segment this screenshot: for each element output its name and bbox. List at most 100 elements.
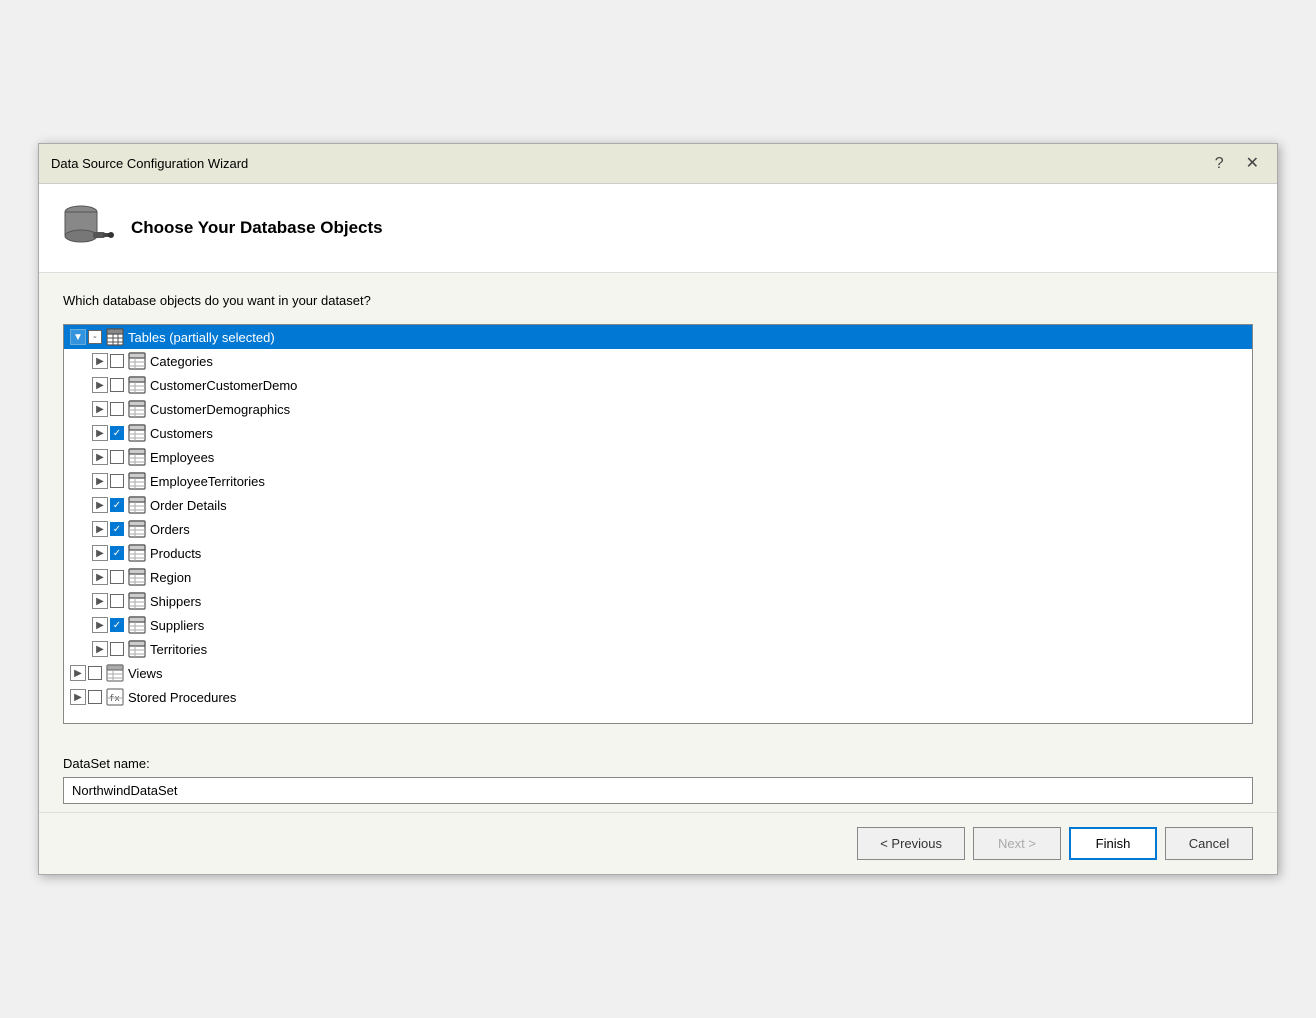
title-bar: Data Source Configuration Wizard ? ✕ — [39, 144, 1277, 184]
tree-item-orders[interactable]: ▶✓ Orders — [64, 517, 1252, 541]
table-icon-categories — [128, 352, 146, 370]
checkbox-categories[interactable] — [110, 354, 124, 368]
tree-label-orderDetails: Order Details — [150, 498, 227, 513]
footer: < Previous Next > Finish Cancel — [39, 812, 1277, 874]
expand-btn-orders[interactable]: ▶ — [92, 521, 108, 537]
dialog-window: Data Source Configuration Wizard ? ✕ Cho… — [38, 143, 1278, 875]
table-icon-orderDetails — [128, 496, 146, 514]
checkbox-views[interactable] — [88, 666, 102, 680]
expand-btn-suppliers[interactable]: ▶ — [92, 617, 108, 633]
checkbox-customerCustomerDemo[interactable] — [110, 378, 124, 392]
checkbox-customers[interactable]: ✓ — [110, 426, 124, 440]
header-section: Choose Your Database Objects — [39, 184, 1277, 273]
checkbox-employees[interactable] — [110, 450, 124, 464]
table-icon-storedProcedures: fx — [106, 688, 124, 706]
finish-button[interactable]: Finish — [1069, 827, 1157, 860]
dataset-name-input[interactable] — [63, 777, 1253, 804]
tree-label-shippers: Shippers — [150, 594, 201, 609]
expand-btn-employeeTerritories[interactable]: ▶ — [92, 473, 108, 489]
checkbox-orderDetails[interactable]: ✓ — [110, 498, 124, 512]
tree-container[interactable]: ▼- Tables (partially selected)▶ Categori… — [63, 324, 1253, 724]
expand-btn-territories[interactable]: ▶ — [92, 641, 108, 657]
tree-item-views[interactable]: ▶ Views — [64, 661, 1252, 685]
tree-label-region: Region — [150, 570, 191, 585]
tree-item-tables[interactable]: ▼- Tables (partially selected) — [64, 325, 1252, 349]
tree-label-categories: Categories — [150, 354, 213, 369]
tree-item-employees[interactable]: ▶ Employees — [64, 445, 1252, 469]
checkbox-customerDemographics[interactable] — [110, 402, 124, 416]
tree-item-categories[interactable]: ▶ Categories — [64, 349, 1252, 373]
previous-button[interactable]: < Previous — [857, 827, 965, 860]
checkbox-suppliers[interactable]: ✓ — [110, 618, 124, 632]
tree-item-employeeTerritories[interactable]: ▶ EmployeeTerritories — [64, 469, 1252, 493]
table-icon-customers — [128, 424, 146, 442]
tree-item-suppliers[interactable]: ▶✓ Suppliers — [64, 613, 1252, 637]
help-button[interactable]: ? — [1209, 154, 1230, 174]
title-bar-left: Data Source Configuration Wizard — [51, 156, 248, 171]
expand-btn-customers[interactable]: ▶ — [92, 425, 108, 441]
expand-btn-views[interactable]: ▶ — [70, 665, 86, 681]
table-icon-products — [128, 544, 146, 562]
tree-label-products: Products — [150, 546, 201, 561]
tree-item-region[interactable]: ▶ Region — [64, 565, 1252, 589]
tree-label-orders: Orders — [150, 522, 190, 537]
tree-label-employees: Employees — [150, 450, 214, 465]
tree-label-customers: Customers — [150, 426, 213, 441]
dataset-name-label: DataSet name: — [63, 756, 1253, 771]
svg-text:fx: fx — [109, 694, 120, 704]
cancel-button[interactable]: Cancel — [1165, 827, 1253, 860]
tree-label-customerDemographics: CustomerDemographics — [150, 402, 290, 417]
checkbox-employeeTerritories[interactable] — [110, 474, 124, 488]
tree-label-suppliers: Suppliers — [150, 618, 204, 633]
tree-label-territories: Territories — [150, 642, 207, 657]
tree-item-customerCustomerDemo[interactable]: ▶ CustomerCustomerDemo — [64, 373, 1252, 397]
next-button[interactable]: Next > — [973, 827, 1061, 860]
expand-btn-orderDetails[interactable]: ▶ — [92, 497, 108, 513]
expand-btn-customerCustomerDemo[interactable]: ▶ — [92, 377, 108, 393]
checkbox-products[interactable]: ✓ — [110, 546, 124, 560]
table-icon-employeeTerritories — [128, 472, 146, 490]
tree-item-storedProcedures[interactable]: ▶ fx Stored Procedures — [64, 685, 1252, 709]
checkbox-orders[interactable]: ✓ — [110, 522, 124, 536]
question-label: Which database objects do you want in yo… — [63, 293, 1253, 308]
expand-btn-products[interactable]: ▶ — [92, 545, 108, 561]
table-icon-territories — [128, 640, 146, 658]
expand-btn-storedProcedures[interactable]: ▶ — [70, 689, 86, 705]
tree-label-employeeTerritories: EmployeeTerritories — [150, 474, 265, 489]
tree-label-storedProcedures: Stored Procedures — [128, 690, 236, 705]
header-title: Choose Your Database Objects — [131, 218, 383, 238]
checkbox-storedProcedures[interactable] — [88, 690, 102, 704]
close-button[interactable]: ✕ — [1240, 154, 1265, 174]
table-icon-suppliers — [128, 616, 146, 634]
expand-btn-tables[interactable]: ▼ — [70, 329, 86, 345]
tree-label-tables: Tables (partially selected) — [128, 330, 275, 345]
tree-item-territories[interactable]: ▶ Territories — [64, 637, 1252, 661]
table-icon-employees — [128, 448, 146, 466]
dataset-section: DataSet name: — [39, 744, 1277, 812]
checkbox-region[interactable] — [110, 570, 124, 584]
tree-item-products[interactable]: ▶✓ Products — [64, 541, 1252, 565]
checkbox-shippers[interactable] — [110, 594, 124, 608]
expand-btn-employees[interactable]: ▶ — [92, 449, 108, 465]
tree-item-customerDemographics[interactable]: ▶ CustomerDemographics — [64, 397, 1252, 421]
tree-item-orderDetails[interactable]: ▶✓ Order Details — [64, 493, 1252, 517]
expand-btn-categories[interactable]: ▶ — [92, 353, 108, 369]
tree-item-shippers[interactable]: ▶ Shippers — [64, 589, 1252, 613]
checkbox-tables[interactable]: - — [88, 330, 102, 344]
database-icon — [59, 200, 115, 256]
tree-item-customers[interactable]: ▶✓ Customers — [64, 421, 1252, 445]
table-icon-views — [106, 664, 124, 682]
checkbox-territories[interactable] — [110, 642, 124, 656]
expand-btn-customerDemographics[interactable]: ▶ — [92, 401, 108, 417]
tree-label-views: Views — [128, 666, 162, 681]
table-icon-tables — [106, 328, 124, 346]
table-icon-region — [128, 568, 146, 586]
table-icon-shippers — [128, 592, 146, 610]
dialog-title: Data Source Configuration Wizard — [51, 156, 248, 171]
table-icon-customerCustomerDemo — [128, 376, 146, 394]
expand-btn-region[interactable]: ▶ — [92, 569, 108, 585]
content-section: Which database objects do you want in yo… — [39, 273, 1277, 744]
table-icon-customerDemographics — [128, 400, 146, 418]
expand-btn-shippers[interactable]: ▶ — [92, 593, 108, 609]
title-bar-right: ? ✕ — [1209, 154, 1265, 174]
